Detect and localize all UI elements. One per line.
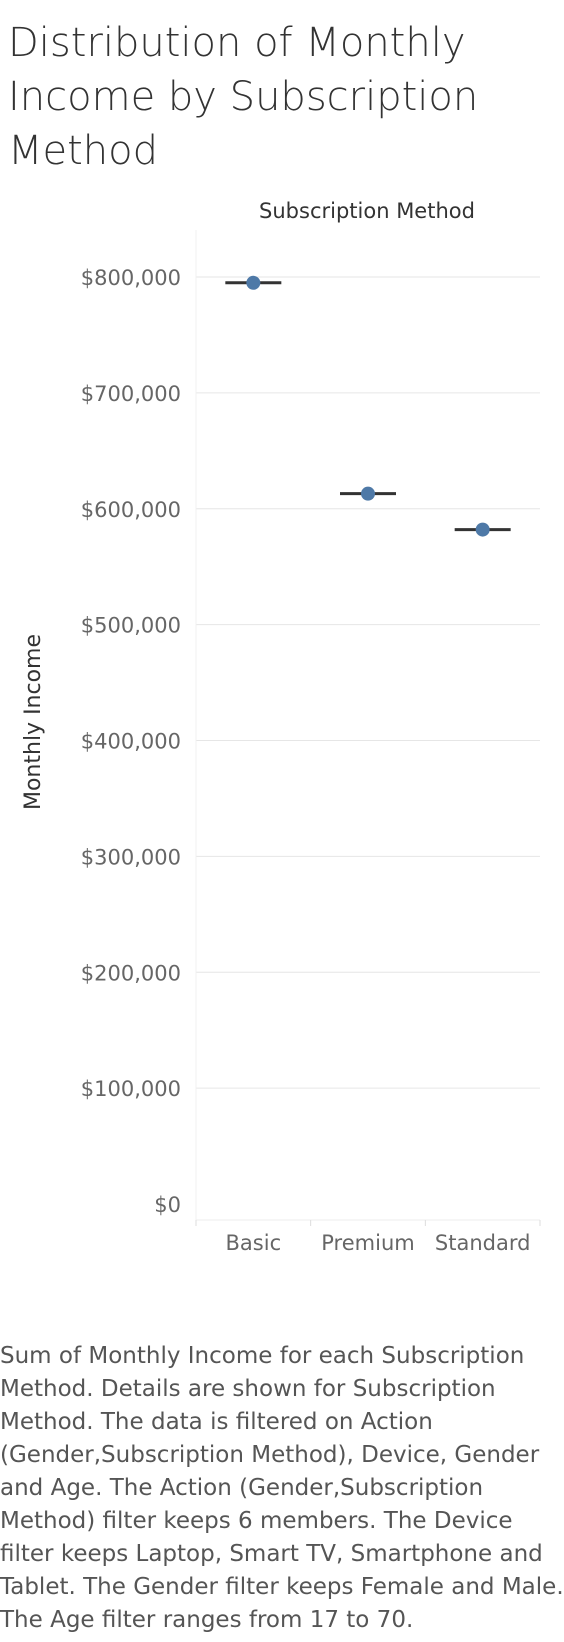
- data-point: [361, 486, 375, 501]
- y-tick-label: $700,000: [81, 382, 181, 406]
- y-tick-label: $200,000: [81, 961, 181, 985]
- chart-title: Distribution of Monthly Income by Subscr…: [8, 20, 479, 174]
- chart: $0 $100,000 $200,000 $300,000 $400,000 $500,0…: [21, 200, 541, 1255]
- data-point: [475, 522, 490, 537]
- y-axis-label: Monthly Income: [21, 634, 46, 810]
- chart-marks: [225, 275, 511, 537]
- x-tick-label: Standard: [435, 1231, 531, 1255]
- x-tick-label: Basic: [226, 1231, 282, 1255]
- y-tick-label: $800,000: [81, 266, 181, 290]
- x-tick-label: Premium: [321, 1231, 414, 1255]
- y-tick-label: $400,000: [81, 730, 181, 754]
- y-tick-label: $100,000: [81, 1077, 181, 1101]
- axes: $0 $100,000 $200,000 $300,000 $400,000 $500,0…: [81, 230, 541, 1255]
- data-point: [246, 275, 261, 290]
- y-tick-label: $600,000: [81, 498, 181, 522]
- y-tick-label: $300,000: [81, 845, 181, 869]
- column-header: Subscription Method: [259, 200, 475, 223]
- chart-caption: Sum of Monthly Income for each Subscript…: [0, 1343, 564, 1633]
- gridlines: [196, 276, 540, 1089]
- y-tick-label: $500,000: [81, 614, 181, 638]
- y-tick-label: $0: [154, 1193, 181, 1217]
